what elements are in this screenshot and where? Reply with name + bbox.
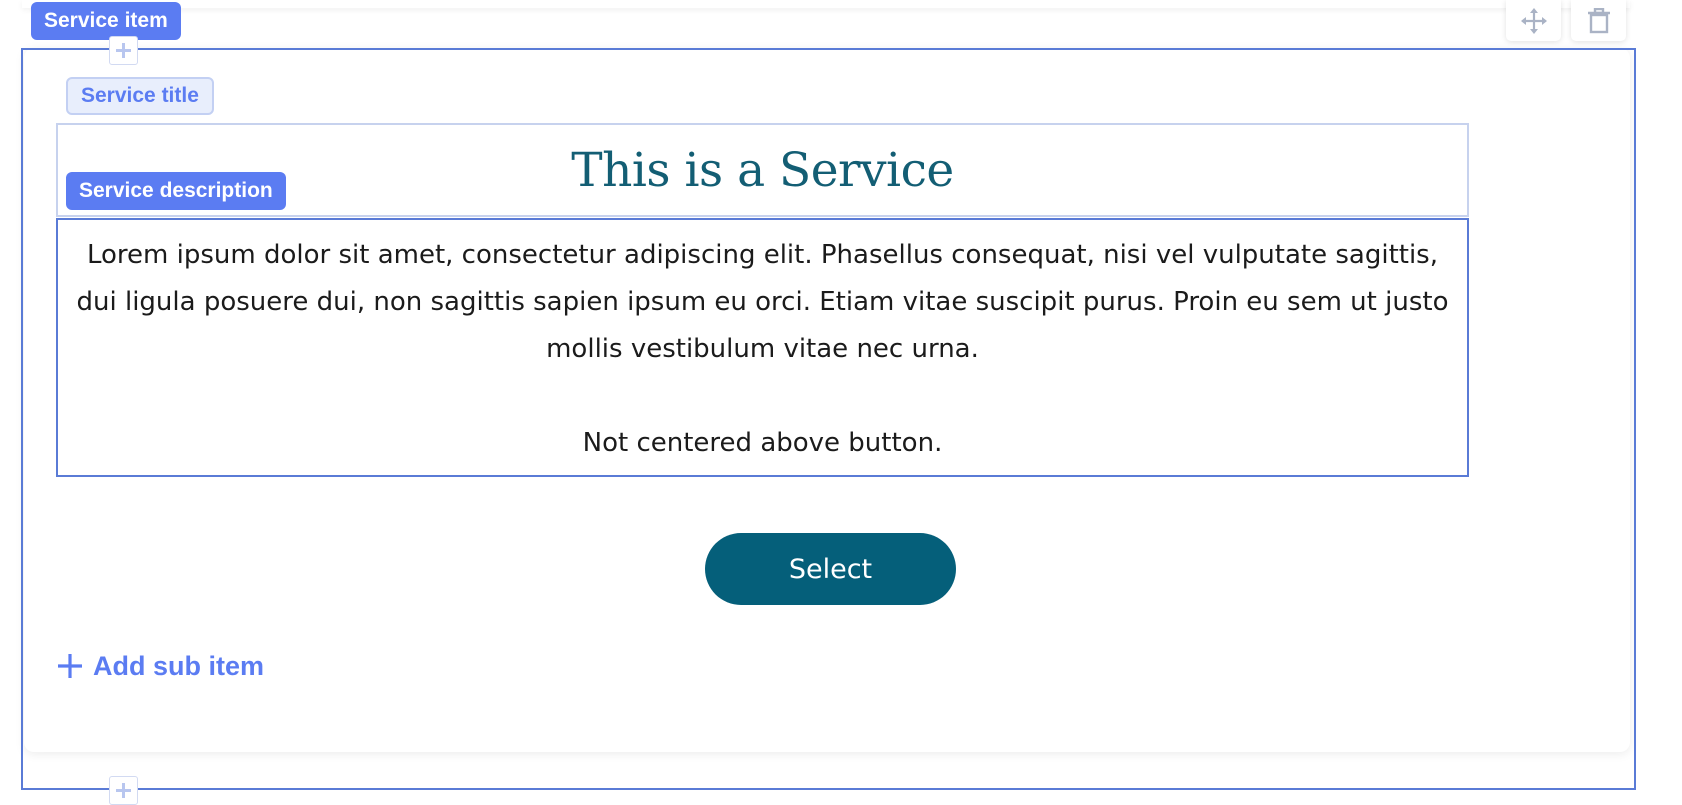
insert-below-button[interactable] <box>109 776 138 805</box>
service-title: This is a Service <box>571 142 954 198</box>
service-description-label[interactable]: Service description <box>66 172 286 210</box>
add-sub-item-label: Add sub item <box>93 650 265 681</box>
select-button-label: Select <box>788 553 873 585</box>
move-icon <box>1520 7 1547 34</box>
service-description-field[interactable]: Lorem ipsum dolor sit amet, consectetur … <box>56 218 1469 477</box>
plus-icon <box>116 783 131 798</box>
service-description-text: Lorem ipsum dolor sit amet, consectetur … <box>76 240 1449 364</box>
delete-button[interactable] <box>1571 0 1626 41</box>
select-button[interactable]: Select <box>705 533 956 605</box>
insert-above-button[interactable] <box>109 36 138 65</box>
previous-item-edge <box>22 0 1630 8</box>
service-title-label[interactable]: Service title <box>66 77 214 115</box>
move-button[interactable] <box>1506 0 1561 41</box>
service-description-note: Not centered above button. <box>582 428 943 458</box>
add-sub-item-button[interactable]: Add sub item <box>57 648 264 684</box>
plus-icon <box>58 654 82 678</box>
service-item-label[interactable]: Service item <box>31 2 181 40</box>
trash-icon <box>1587 7 1610 33</box>
plus-icon <box>116 43 131 58</box>
